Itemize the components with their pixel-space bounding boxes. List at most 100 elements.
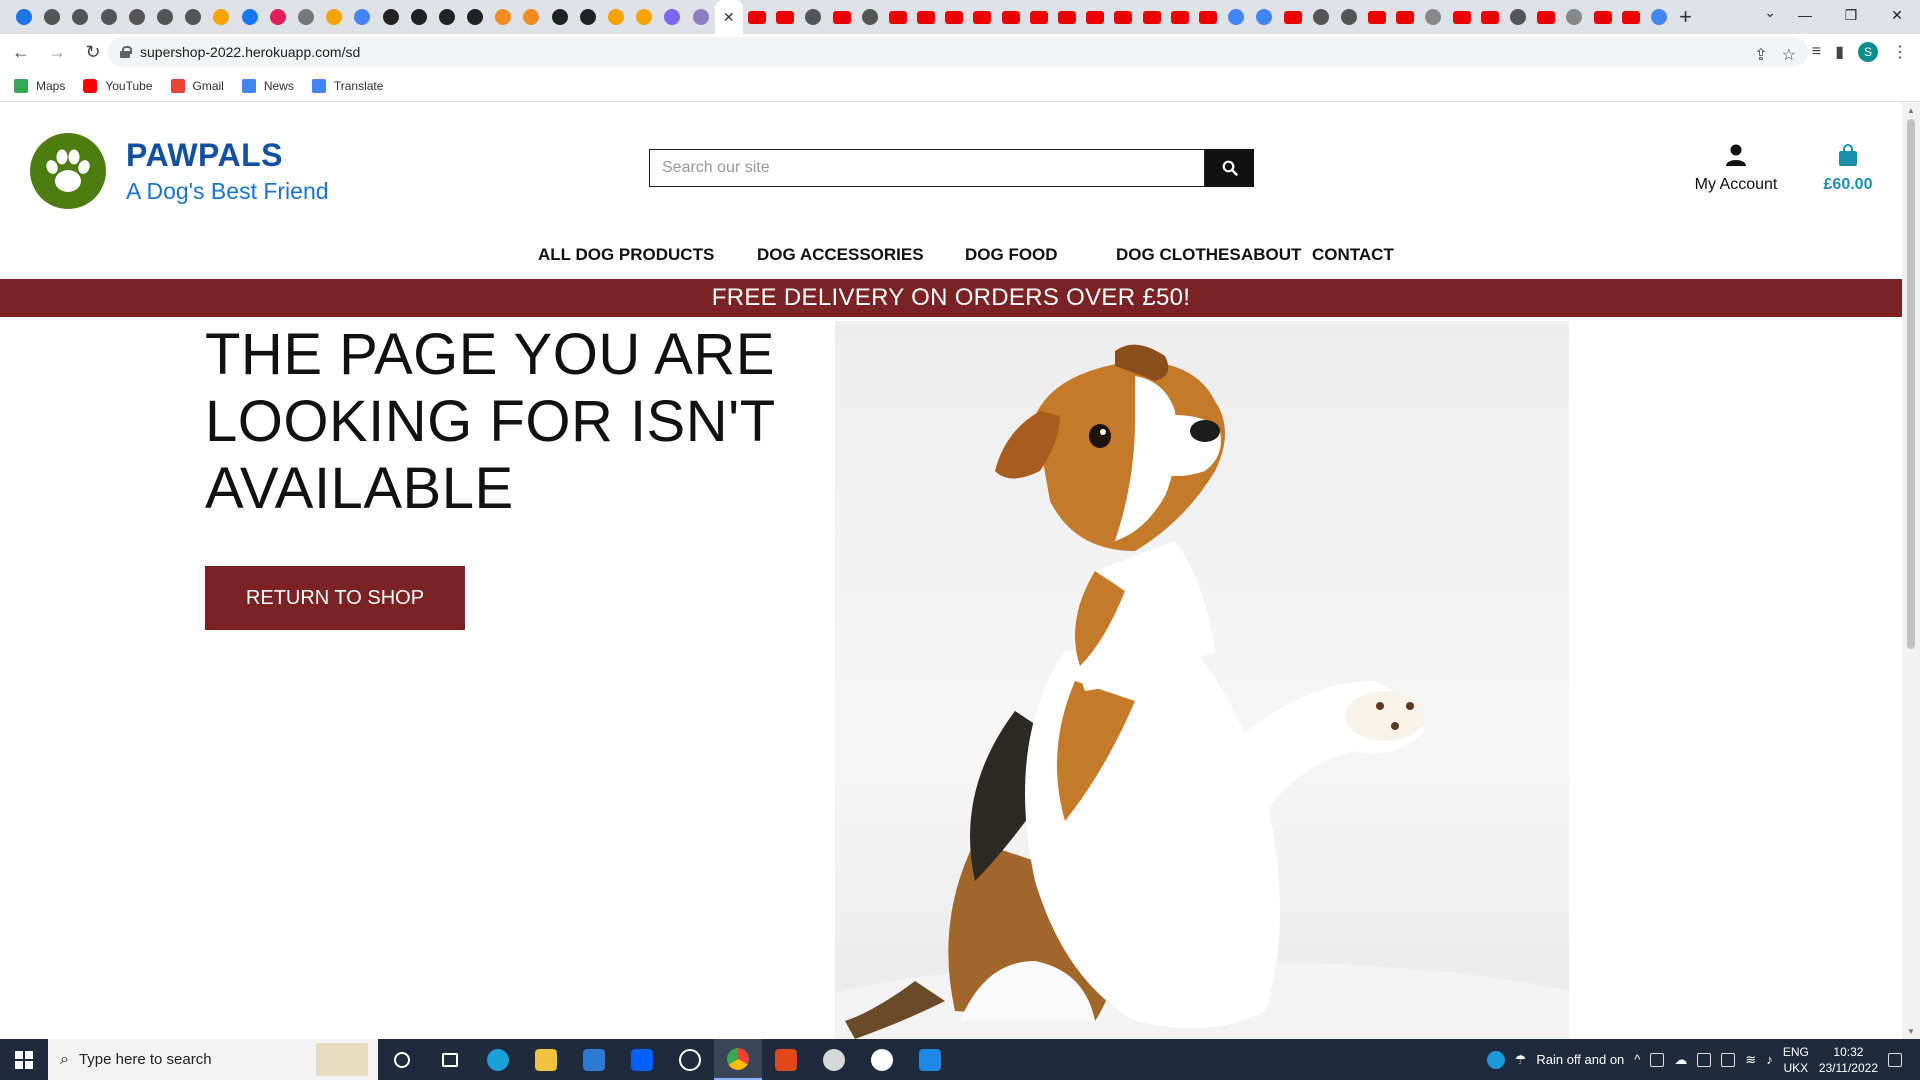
scrollbar-thumb[interactable] [1907, 119, 1915, 649]
tab-item[interactable] [207, 0, 235, 34]
search-input[interactable] [649, 149, 1205, 187]
file-explorer-icon[interactable] [522, 1039, 570, 1080]
cortana-icon[interactable] [378, 1039, 426, 1080]
tab-item[interactable] [1335, 0, 1363, 34]
scroll-up-icon[interactable]: ▲ [1907, 106, 1915, 115]
tab-item[interactable] [1560, 0, 1588, 34]
paint-icon[interactable] [810, 1039, 858, 1080]
tab-item[interactable] [1081, 0, 1109, 34]
wifi-icon[interactable]: ≋ [1745, 1052, 1756, 1068]
shopping-bag-link[interactable]: £60.00 [1818, 143, 1878, 194]
bookmark-news[interactable]: News [241, 78, 294, 93]
tab-item[interactable] [376, 0, 404, 34]
tab-item[interactable] [630, 0, 658, 34]
tab-item[interactable] [1025, 0, 1053, 34]
tab-item[interactable] [1419, 0, 1447, 34]
tab-item[interactable] [1363, 0, 1391, 34]
tab-item[interactable] [771, 0, 799, 34]
task-view-icon[interactable] [426, 1039, 474, 1080]
tab-item[interactable] [236, 0, 264, 34]
return-to-shop-button[interactable]: RETURN TO SHOP [205, 566, 465, 630]
tab-item[interactable] [461, 0, 489, 34]
nav-contact[interactable]: CONTACT [1312, 245, 1394, 265]
tab-item[interactable] [320, 0, 348, 34]
tab-item[interactable] [1476, 0, 1504, 34]
nav-dog-clothes[interactable]: DOG CLOTHES [1116, 245, 1241, 265]
reload-icon[interactable]: ↻ [78, 37, 108, 67]
search-button[interactable] [1205, 149, 1254, 187]
bookmark-gmail[interactable]: Gmail [170, 78, 224, 93]
tab-item[interactable] [264, 0, 292, 34]
pawpals-logo[interactable] [30, 133, 106, 209]
tab-item[interactable] [1448, 0, 1476, 34]
tab-item[interactable] [1617, 0, 1645, 34]
tab-item[interactable] [433, 0, 461, 34]
tab-item[interactable] [1307, 0, 1335, 34]
side-panel-icon[interactable]: ▮ [1835, 42, 1844, 62]
chrome-icon[interactable] [714, 1039, 762, 1080]
tab-item[interactable] [940, 0, 968, 34]
tab-item[interactable] [1391, 0, 1419, 34]
tab-item[interactable] [1589, 0, 1617, 34]
notifications-icon[interactable] [1888, 1052, 1902, 1067]
tab-item[interactable] [602, 0, 630, 34]
tab-item[interactable] [405, 0, 433, 34]
nav-all-dog-products[interactable]: ALL DOG PRODUCTS [538, 245, 714, 265]
tab-item[interactable] [179, 0, 207, 34]
weather-text[interactable]: Rain off and on [1536, 1052, 1624, 1067]
tab-item[interactable] [1053, 0, 1081, 34]
tray-overflow-icon[interactable]: ^ [1634, 1052, 1640, 1067]
forward-icon[interactable]: → [42, 37, 72, 67]
reading-list-icon[interactable]: ≡ [1812, 43, 1821, 61]
tab-item[interactable] [799, 0, 827, 34]
mail-icon[interactable] [570, 1039, 618, 1080]
tab-item[interactable] [1138, 0, 1166, 34]
github-desktop-icon[interactable] [666, 1039, 714, 1080]
tab-item[interactable] [1194, 0, 1222, 34]
tab-item[interactable] [517, 0, 545, 34]
tab-item[interactable] [743, 0, 771, 34]
back-icon[interactable]: ← [6, 37, 36, 67]
tab-item[interactable] [856, 0, 884, 34]
taskbar-search[interactable]: ⌕ Type here to search [48, 1039, 378, 1080]
tab-item[interactable] [95, 0, 123, 34]
bookmark-star-icon[interactable]: ☆ [1782, 45, 1796, 65]
url-field[interactable]: supershop-2022.herokuapp.com/sd ⇪ ☆ [108, 37, 1808, 67]
brand[interactable]: PAWPALS A Dog's Best Friend [126, 137, 329, 205]
volume-icon[interactable]: ♪ [1766, 1052, 1773, 1067]
tab-item[interactable] [1645, 0, 1673, 34]
office-icon[interactable] [762, 1039, 810, 1080]
tab-item[interactable] [546, 0, 574, 34]
profile-avatar[interactable]: S [1858, 42, 1878, 62]
tab-item[interactable] [348, 0, 376, 34]
share-icon[interactable]: ⇪ [1754, 45, 1767, 65]
minimize-icon[interactable]: — [1782, 0, 1828, 30]
edge-icon[interactable] [474, 1039, 522, 1080]
tab-item[interactable] [997, 0, 1025, 34]
help-icon[interactable] [1486, 1050, 1505, 1069]
tab-item[interactable] [66, 0, 94, 34]
onedrive-icon[interactable]: ☁ [1674, 1052, 1687, 1068]
new-tab-icon[interactable]: + [1679, 4, 1692, 30]
page-scrollbar[interactable]: ▲ ▼ [1902, 103, 1920, 1039]
tab-item[interactable] [1222, 0, 1250, 34]
tab-item[interactable] [884, 0, 912, 34]
tab-item[interactable] [489, 0, 517, 34]
tab-active[interactable]: ✕ [714, 0, 743, 34]
bookmark-maps[interactable]: Maps [14, 78, 65, 93]
photos-icon[interactable] [906, 1039, 954, 1080]
nav-dog-accessories[interactable]: DOG ACCESSORIES [757, 245, 924, 265]
my-account-link[interactable]: My Account [1690, 143, 1782, 194]
tab-item[interactable] [1504, 0, 1532, 34]
tab-item[interactable] [658, 0, 686, 34]
language-indicator[interactable]: ENG UKX [1783, 1044, 1809, 1076]
menu-icon[interactable]: ⋮ [1892, 42, 1908, 62]
tab-search-icon[interactable]: ⌄ [1764, 4, 1776, 21]
restore-icon[interactable]: ❐ [1828, 0, 1874, 30]
nav-about[interactable]: ABOUT [1241, 245, 1301, 265]
tab-item[interactable] [1278, 0, 1306, 34]
emoji-app-icon[interactable] [858, 1039, 906, 1080]
tab-item[interactable] [1532, 0, 1560, 34]
display-icon[interactable] [1721, 1052, 1736, 1067]
start-button[interactable] [0, 1039, 48, 1080]
